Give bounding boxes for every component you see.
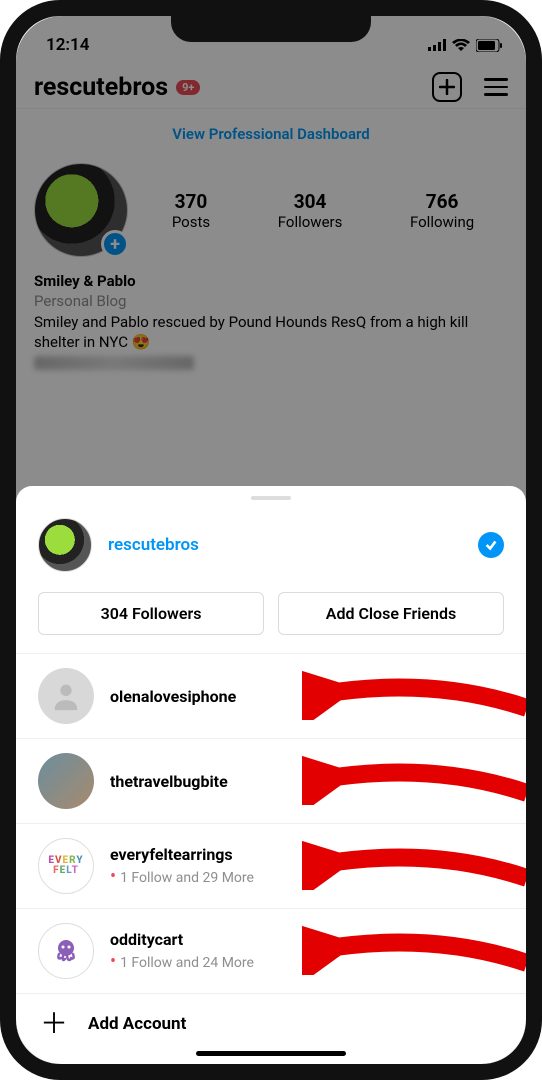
account-avatar <box>38 923 94 979</box>
account-username: odditycart <box>110 930 254 949</box>
account-row[interactable]: EVERYFELT everyfeltearrings •1 Follow an… <box>16 823 526 908</box>
account-row[interactable]: thetravelbugbite <box>16 738 526 823</box>
account-subtitle: •1 Follow and 29 More <box>110 866 254 887</box>
account-row[interactable]: odditycart •1 Follow and 24 More <box>16 908 526 993</box>
account-switcher-sheet: rescutebros 304 Followers Add Close Frie… <box>16 486 526 1064</box>
account-username: thetravelbugbite <box>110 772 228 791</box>
current-account-row[interactable]: rescutebros <box>16 514 526 586</box>
account-subtitle: •1 Follow and 24 More <box>110 951 254 972</box>
annotation-arrow <box>302 923 526 975</box>
annotation-arrow <box>302 668 526 720</box>
annotation-arrow <box>302 753 526 805</box>
followers-button[interactable]: 304 Followers <box>38 592 264 635</box>
current-account-username: rescutebros <box>108 535 199 555</box>
current-account-avatar <box>38 518 92 572</box>
add-account-row[interactable]: ＋ Add Account <box>16 993 526 1054</box>
account-row[interactable]: olenalovesiphone <box>16 653 526 738</box>
account-username: olenalovesiphone <box>110 687 236 706</box>
home-indicator[interactable] <box>196 1051 346 1056</box>
close-friends-button[interactable]: Add Close Friends <box>278 592 504 635</box>
annotation-arrow <box>302 838 526 890</box>
sheet-grabber[interactable] <box>251 496 291 500</box>
account-avatar <box>38 753 94 809</box>
account-avatar <box>38 668 94 724</box>
account-username: everyfeltearrings <box>110 845 254 864</box>
account-avatar: EVERYFELT <box>38 838 94 894</box>
add-account-label: Add Account <box>88 1014 186 1034</box>
selected-check-icon <box>478 532 504 558</box>
